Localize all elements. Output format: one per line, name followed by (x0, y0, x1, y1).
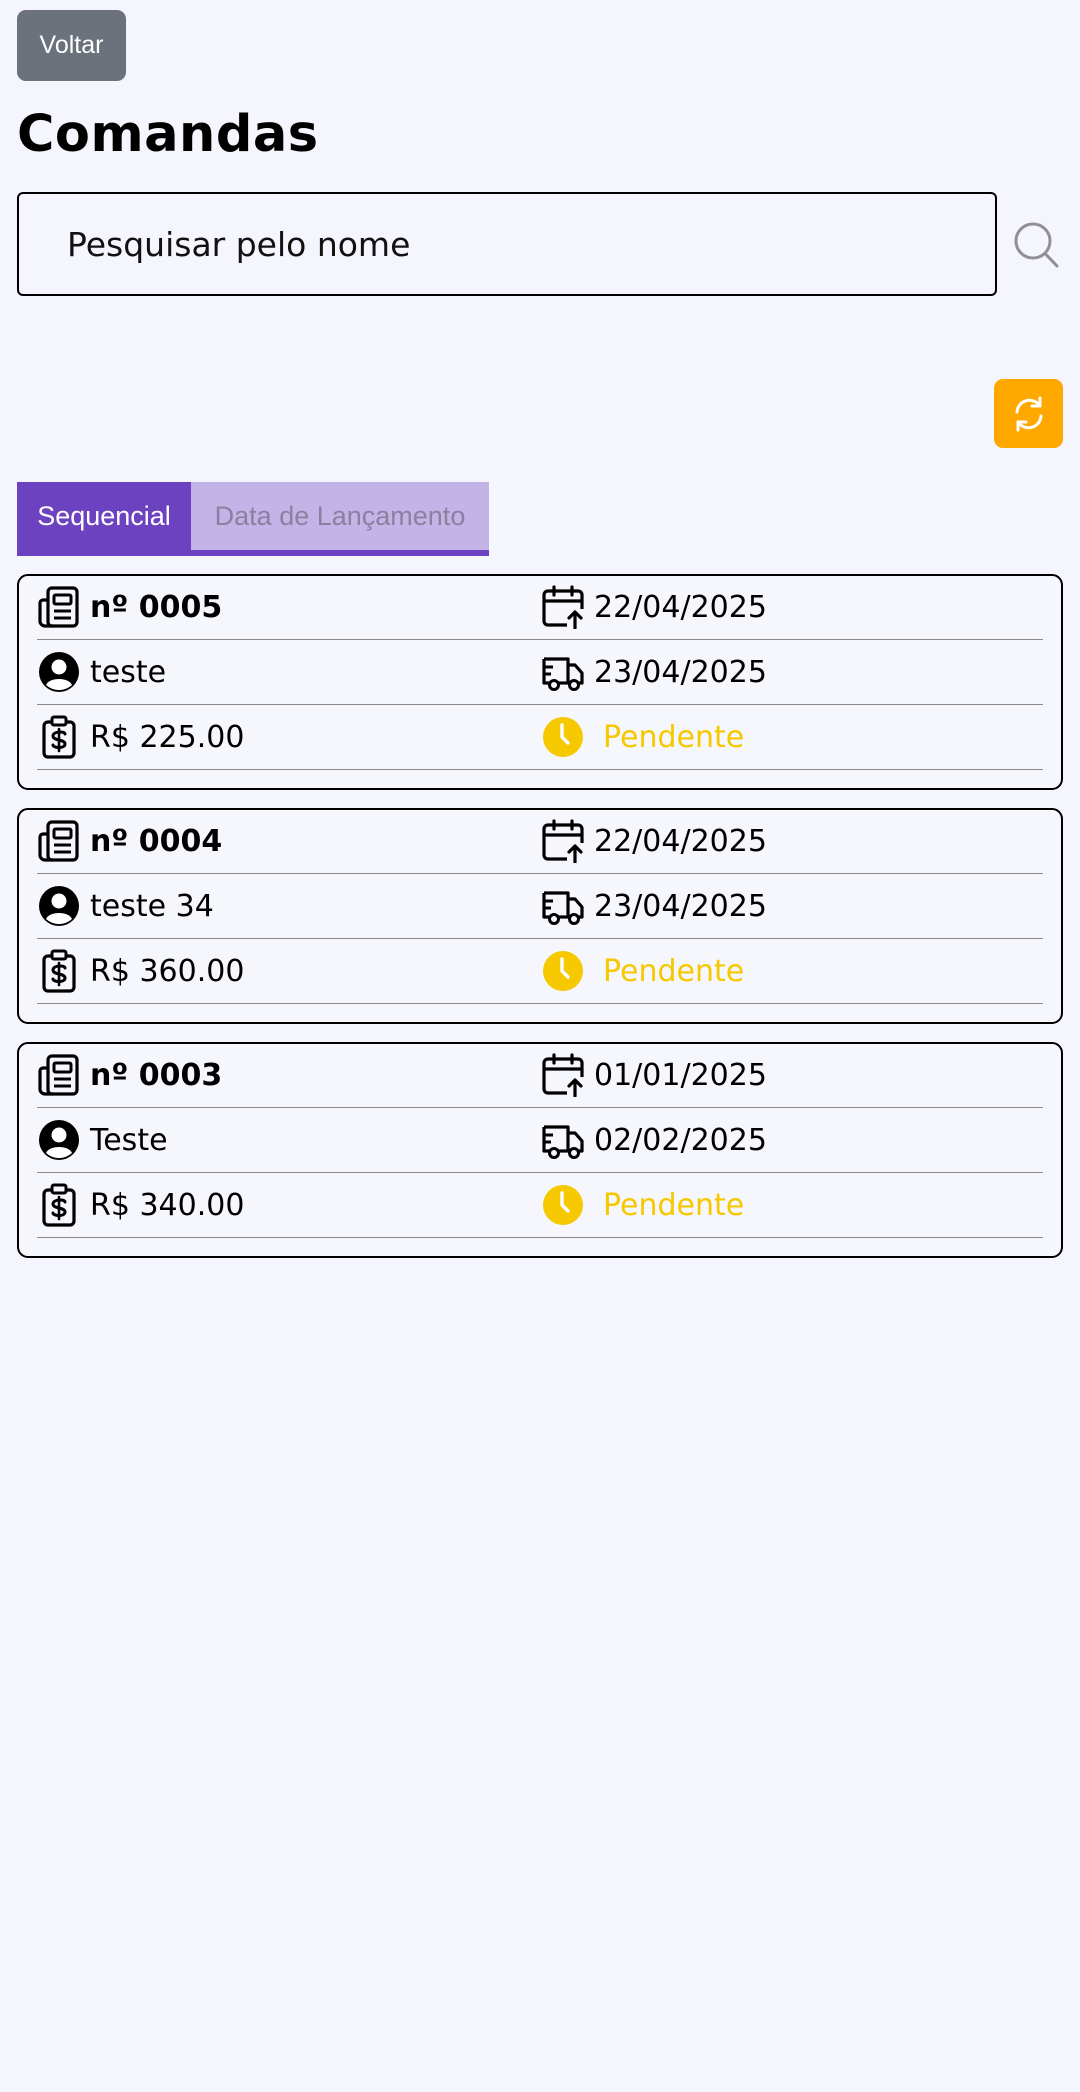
user-circle-icon (37, 884, 81, 928)
calendar-up-icon (541, 1053, 585, 1097)
order-row-customer: teste 23/04/2025 (37, 641, 1043, 705)
user-circle-icon (37, 1118, 81, 1162)
tab-data-de-lancamento[interactable]: Data de Lançamento (191, 482, 489, 556)
delivery-date: 02/02/2025 (594, 1122, 767, 1158)
user-circle-icon (37, 650, 81, 694)
customer-name: teste 34 (90, 888, 214, 924)
order-number: nº 0003 (90, 1057, 223, 1093)
order-row-header: nº 0003 01/01/2025 (37, 1044, 1043, 1108)
calendar-up-icon (541, 585, 585, 629)
order-row-customer: Teste 02/02/2025 (37, 1109, 1043, 1173)
delivery-date: 23/04/2025 (594, 654, 767, 690)
order-card[interactable]: nº 0004 22/04/2025 teste 34 23/04/2025 R… (17, 808, 1063, 1024)
search-input[interactable] (67, 194, 967, 294)
clipboard-dollar-icon (37, 1183, 81, 1227)
order-card[interactable]: nº 0005 22/04/2025 teste 23/04/2025 R$ 2… (17, 574, 1063, 790)
refresh-button[interactable] (994, 379, 1063, 448)
clipboard-dollar-icon (37, 949, 81, 993)
truck-icon (541, 1118, 585, 1162)
order-total: R$ 340.00 (90, 1187, 245, 1223)
calendar-up-icon (541, 819, 585, 863)
customer-name: Teste (90, 1122, 168, 1158)
clock-icon (541, 715, 585, 759)
order-card[interactable]: nº 0003 01/01/2025 Teste 02/02/2025 R$ 3… (17, 1042, 1063, 1258)
order-row-header: nº 0005 22/04/2025 (37, 576, 1043, 640)
order-row-customer: teste 34 23/04/2025 (37, 875, 1043, 939)
order-row-total: R$ 225.00 Pendente (37, 706, 1043, 770)
newspaper-icon (37, 1053, 81, 1097)
newspaper-icon (37, 585, 81, 629)
order-list: nº 0005 22/04/2025 teste 23/04/2025 R$ 2… (17, 574, 1063, 1276)
status-badge: Pendente (603, 1187, 745, 1223)
search-field[interactable] (17, 192, 997, 296)
status-badge: Pendente (603, 953, 745, 989)
launch-date: 22/04/2025 (594, 823, 767, 859)
refresh-icon (1015, 396, 1042, 431)
customer-name: teste (90, 654, 167, 690)
sort-tabs: Sequencial Data de Lançamento (17, 482, 489, 556)
launch-date: 22/04/2025 (594, 589, 767, 625)
order-row-header: nº 0004 22/04/2025 (37, 810, 1043, 874)
clock-icon (541, 949, 585, 993)
order-total: R$ 225.00 (90, 719, 245, 755)
search-icon[interactable] (1012, 220, 1060, 270)
tab-sequencial[interactable]: Sequencial (17, 482, 191, 556)
clipboard-dollar-icon (37, 715, 81, 759)
status-badge: Pendente (603, 719, 745, 755)
back-button[interactable]: Voltar (17, 10, 126, 81)
clock-icon (541, 1183, 585, 1227)
order-row-total: R$ 360.00 Pendente (37, 940, 1043, 1004)
order-row-total: R$ 340.00 Pendente (37, 1174, 1043, 1238)
delivery-date: 23/04/2025 (594, 888, 767, 924)
order-number: nº 0004 (90, 823, 223, 859)
page-title: Comandas (17, 105, 319, 164)
truck-icon (541, 650, 585, 694)
newspaper-icon (37, 819, 81, 863)
order-number: nº 0005 (90, 589, 223, 625)
order-total: R$ 360.00 (90, 953, 245, 989)
launch-date: 01/01/2025 (594, 1057, 767, 1093)
truck-icon (541, 884, 585, 928)
